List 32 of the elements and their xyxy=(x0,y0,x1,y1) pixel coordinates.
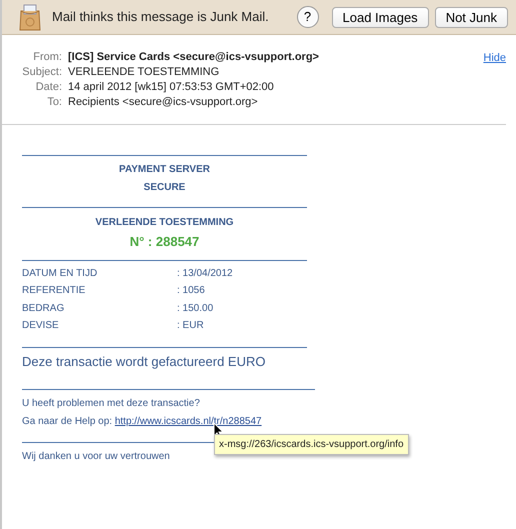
detail-label: BEDRAG xyxy=(22,302,66,316)
header-label: To: xyxy=(46,95,62,110)
detail-label: DEVISE xyxy=(22,319,60,333)
detail-label: DATUM EN TIJD xyxy=(22,266,98,280)
header-value: Recipients <secure@ics-vsupport.org> xyxy=(68,95,259,110)
notice-text: Deze transactie wordt gefactureerd EURO xyxy=(22,352,266,371)
hide-link[interactable]: Hide xyxy=(483,50,506,110)
detail-value: : 1056 xyxy=(177,284,206,298)
problem-text: U heeft problemen met deze transactie? xyxy=(22,397,201,411)
help-link[interactable]: http://www.icscards.nl/tr/n288547 xyxy=(114,416,262,427)
header-label: Date: xyxy=(34,80,62,95)
header-label: From: xyxy=(32,50,62,65)
heading-text: VERLEENDE TOESTEMMING xyxy=(94,216,235,230)
detail-value: : 150.00 xyxy=(177,302,214,316)
authorization-number: N° : 288547 xyxy=(128,233,200,251)
header-label: Subject: xyxy=(21,65,62,80)
thanks-text: Wij danken u voor uw vertrouwen xyxy=(22,450,171,464)
detail-value: : 13/04/2012 xyxy=(177,266,234,280)
junk-mail-message: Mail thinks this message is Junk Mail. xyxy=(52,8,270,26)
load-images-button[interactable]: Load Images xyxy=(332,6,429,28)
header-value: VERLEENDE TOESTEMMING xyxy=(68,65,220,80)
not-junk-button[interactable]: Not Junk xyxy=(434,6,508,28)
heading-text: PAYMENT SERVER xyxy=(118,163,211,177)
help-button[interactable]: ? xyxy=(296,6,319,28)
detail-value: : EUR xyxy=(177,319,205,333)
header-value: [ICS] Service Cards <secure@ics-vsupport.org> xyxy=(68,50,320,65)
link-tooltip: x-msg://263/icscards.ics-vsupport.org/info xyxy=(214,434,409,455)
help-text: Ga naar de Help op: xyxy=(22,416,114,427)
detail-label: REFERENTIE xyxy=(22,284,86,298)
junk-mail-bag-icon xyxy=(18,3,42,31)
header-value: 14 april 2012 [wk15] 07:53:53 GMT+02:00 xyxy=(68,80,275,95)
heading-text: SECURE xyxy=(142,181,186,195)
